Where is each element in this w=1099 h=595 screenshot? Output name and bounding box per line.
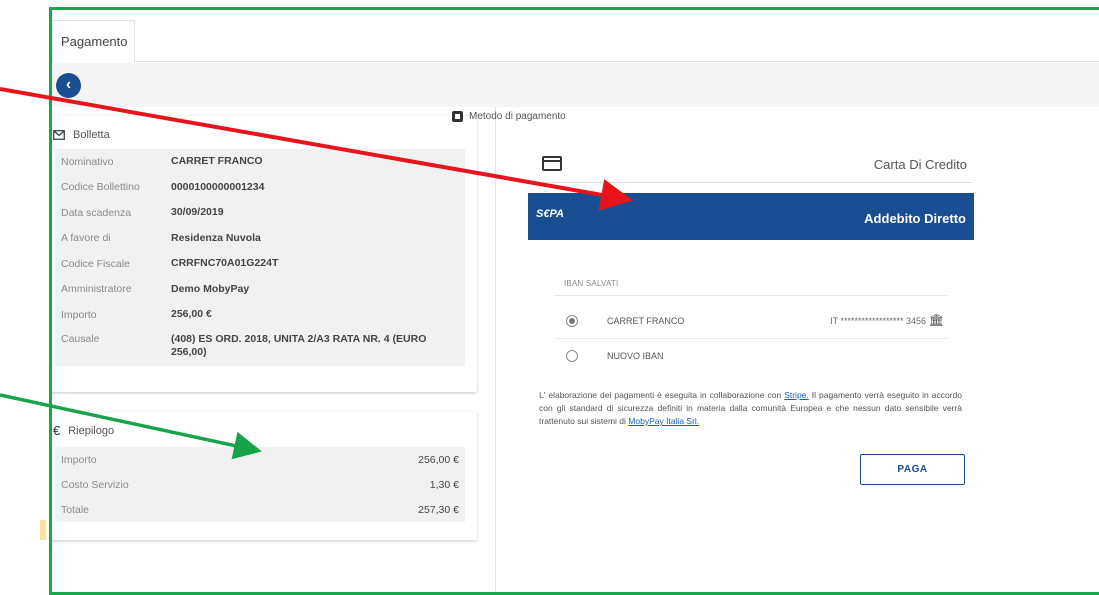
bolletta-row-value: 30/09/2019 [171, 206, 224, 219]
riepilogo-row-value: 256,00 € [418, 453, 459, 466]
column-divider [495, 107, 496, 592]
mobypay-link[interactable]: MobyPay Italia Srl. [628, 416, 699, 426]
bolletta-row-label: A favore di [61, 232, 111, 245]
bolletta-row-label: Codice Bollettino [61, 181, 140, 194]
bolletta-card: Bolletta Nominativo CARRET FRANCO Codice B… [52, 116, 477, 392]
bolletta-row-label: Importo [61, 308, 97, 321]
riepilogo-header: € Riepilogo [52, 412, 477, 439]
sepa-option[interactable]: S€PA Addebito Diretto [528, 193, 974, 240]
metodo-header: Metodo di pagamento [452, 111, 566, 122]
riepilogo-title: Riepilogo [68, 424, 115, 437]
bolletta-row: Codice Bollettino 0000100000001234 [55, 175, 465, 201]
bolletta-row-label: Data scadenza [61, 206, 132, 219]
riepilogo-row-value: 257,30 € [418, 503, 459, 516]
radio-iban-new[interactable] [566, 350, 578, 362]
riepilogo-row-value: 1,30 € [429, 478, 459, 491]
iban-divider [554, 295, 948, 296]
bolletta-row-label: Codice Fiscale [61, 257, 130, 270]
iban-new-row[interactable]: NUOVO IBAN [554, 341, 948, 371]
riepilogo-row: Totale 257,30 € [55, 497, 465, 522]
bolletta-row-value: CARRET FRANCO [171, 155, 263, 168]
iban-saved-row[interactable]: CARRET FRANCO IT ****************** 3456… [554, 306, 948, 336]
sepa-label: Addebito Diretto [864, 211, 966, 226]
bolletta-row: Data scadenza 30/09/2019 [55, 200, 465, 226]
bolletta-row-value: (408) ES ORD. 2018, UNITA 2/A3 RATA NR. … [171, 332, 427, 358]
bolletta-row-label: Amministratore [61, 283, 132, 296]
riepilogo-card: € Riepilogo Importo 256,00 € Costo Servizi… [52, 412, 477, 540]
bolletta-row-value: 256,00 € [171, 308, 212, 321]
bolletta-row-label: Nominativo [61, 155, 114, 168]
radio-iban-saved[interactable] [566, 315, 578, 327]
credit-card-icon [542, 156, 562, 171]
tab-label: Pagamento [61, 34, 128, 49]
iban-section-title: IBAN SALVATI [564, 279, 619, 288]
sepa-logo: S€PA [536, 208, 564, 220]
bolletta-row-value: Demo MobyPay [171, 282, 250, 295]
back-button[interactable]: ‹ [56, 73, 81, 98]
bank-icon: 🏛 [928, 313, 944, 327]
iban-divider [554, 338, 948, 339]
riepilogo-row: Importo 256,00 € [55, 447, 465, 472]
bolletta-header: Bolletta [52, 116, 477, 143]
bolletta-row: A favore di Residenza Nuvola [55, 226, 465, 252]
bolletta-row-value: 0000100000001234 [171, 180, 265, 193]
bolletta-details: Nominativo CARRET FRANCO Codice Bollettino… [55, 149, 465, 366]
pay-button[interactable]: PAGA [860, 454, 965, 485]
credit-card-option[interactable]: Carta Di Credito [528, 143, 973, 183]
riepilogo-details: Importo 256,00 € Costo Servizio 1,30 € Total… [55, 447, 465, 522]
riepilogo-row: Costo Servizio 1,30 € [55, 472, 465, 497]
tab-pagamento[interactable]: Pagamento [52, 20, 135, 62]
info-text: L' elaborazione dei pagamenti è eseguita… [539, 389, 962, 428]
iban-saved-number: IT ****************** 3456 [830, 316, 926, 326]
riepilogo-row-label: Totale [61, 503, 90, 516]
euro-icon: € [53, 423, 61, 438]
iban-saved-name: CARRET FRANCO [607, 316, 685, 326]
edge-mark [40, 520, 46, 540]
info-part1: L' elaborazione dei pagamenti è eseguita… [539, 390, 785, 400]
bolletta-title: Bolletta [73, 128, 110, 141]
wallet-icon [452, 111, 463, 122]
riepilogo-row-label: Costo Servizio [61, 478, 129, 491]
bolletta-row: Importo 256,00 € [55, 302, 465, 328]
bolletta-row: Codice Fiscale CRRFNC70A01G224T [55, 251, 465, 277]
bolletta-row-label: Causale [61, 332, 100, 345]
iban-new-label: NUOVO IBAN [607, 351, 664, 361]
tab-bar: Pagamento [52, 10, 1099, 62]
toolbar-area [52, 63, 1099, 107]
app-frame: Pagamento ‹ Bolletta Nominativo CARRET FR… [49, 7, 1099, 595]
bolletta-row-value: Residenza Nuvola [171, 231, 261, 244]
bolletta-row-value: CRRFNC70A01G224T [171, 257, 279, 270]
envelope-icon [53, 129, 65, 140]
riepilogo-row-label: Importo [61, 453, 97, 466]
bolletta-row: Nominativo CARRET FRANCO [55, 149, 465, 175]
bolletta-row: Amministratore Demo MobyPay [55, 277, 465, 303]
stripe-link[interactable]: Stripe. [784, 390, 809, 400]
metodo-title: Metodo di pagamento [469, 111, 566, 122]
bolletta-row: Causale (408) ES ORD. 2018, UNITA 2/A3 RA… [55, 328, 465, 366]
credit-card-label: Carta Di Credito [873, 157, 967, 172]
chevron-left-icon: ‹ [65, 76, 72, 93]
